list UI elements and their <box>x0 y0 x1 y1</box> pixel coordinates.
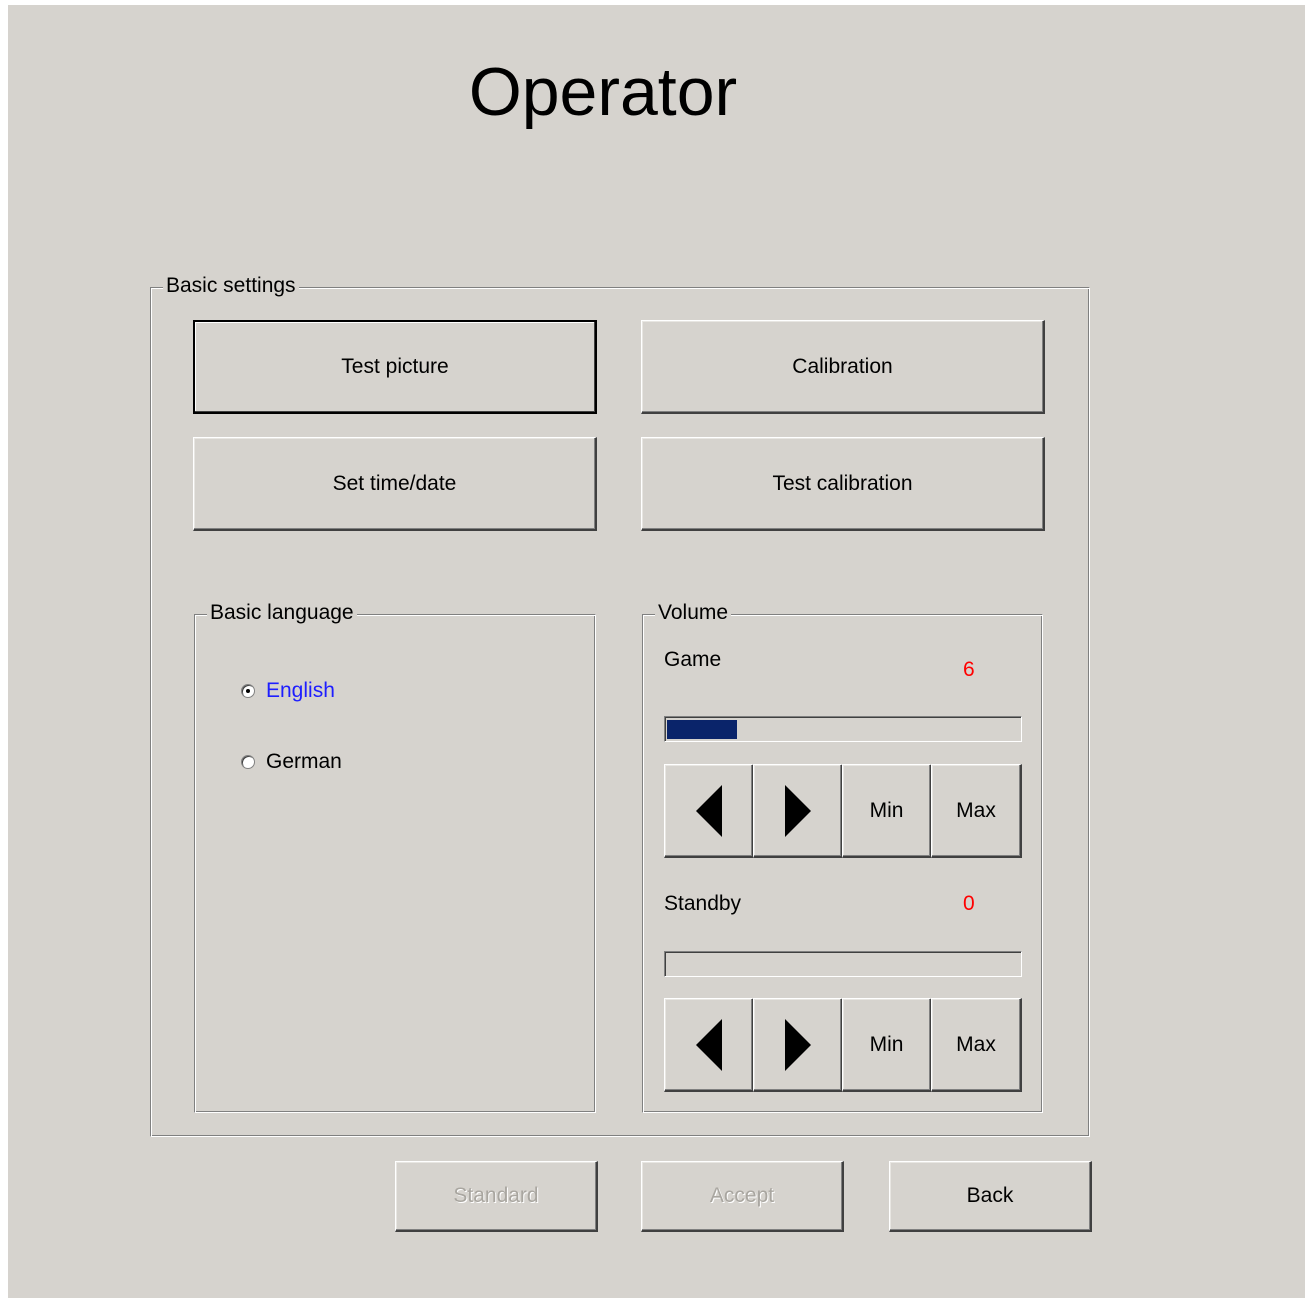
set-time-date-label: Set time/date <box>332 471 457 495</box>
game-volume-increase-button[interactable] <box>753 764 843 858</box>
standby-min-label: Min <box>869 1032 904 1056</box>
standard-button[interactable]: Standard <box>395 1161 598 1232</box>
test-picture-button[interactable]: Test picture <box>193 320 597 414</box>
standby-volume-min-button[interactable]: Min <box>842 998 932 1092</box>
test-picture-label: Test picture <box>341 355 449 378</box>
accept-label: Accept <box>709 1184 775 1207</box>
standby-max-label: Max <box>956 1032 996 1056</box>
calibration-button[interactable]: Calibration <box>641 320 1045 414</box>
english-radio[interactable] <box>241 684 255 698</box>
game-volume-max-button[interactable]: Max <box>931 764 1022 858</box>
test-calibration-label: Test calibration <box>772 471 913 495</box>
standby-volume-bar <box>664 951 1022 977</box>
standby-volume-increase-button[interactable] <box>753 998 843 1092</box>
language-option-german[interactable]: German <box>241 750 342 774</box>
standard-label: Standard <box>453 1184 539 1207</box>
calibration-label: Calibration <box>792 354 893 378</box>
triangle-right-icon <box>784 784 811 837</box>
triangle-right-icon <box>784 1018 811 1071</box>
german-label[interactable]: German <box>266 750 342 774</box>
volume-legend: Volume <box>655 601 732 625</box>
standby-volume-label: Standby <box>664 892 742 915</box>
back-button[interactable]: Back <box>889 1161 1092 1232</box>
game-volume-decrease-button[interactable] <box>664 764 754 858</box>
set-time-date-button[interactable]: Set time/date <box>193 437 597 531</box>
game-volume-bar-fill <box>667 720 737 739</box>
standby-volume-max-button[interactable]: Max <box>931 998 1022 1092</box>
language-option-english[interactable]: English <box>241 679 335 703</box>
page-title: Operator <box>468 54 738 130</box>
german-radio[interactable] <box>241 755 255 769</box>
standby-volume-decrease-button[interactable] <box>664 998 754 1092</box>
operator-screen: Operator Basic settings Test picture Cal… <box>8 5 1305 1298</box>
english-label[interactable]: English <box>266 679 335 703</box>
back-label: Back <box>966 1184 1014 1207</box>
test-calibration-button[interactable]: Test calibration <box>641 437 1045 531</box>
game-min-label: Min <box>869 798 904 822</box>
game-volume-label: Game <box>664 648 722 671</box>
standby-volume-value: 0 <box>963 892 975 915</box>
basic-settings-legend: Basic settings <box>163 274 299 298</box>
game-max-label: Max <box>956 798 996 822</box>
triangle-left-icon <box>695 784 722 837</box>
game-volume-bar <box>664 716 1022 742</box>
game-volume-min-button[interactable]: Min <box>842 764 932 858</box>
basic-language-legend: Basic language <box>207 601 357 625</box>
accept-button[interactable]: Accept <box>641 1161 844 1232</box>
triangle-left-icon <box>695 1018 722 1071</box>
game-volume-value: 6 <box>963 658 975 681</box>
